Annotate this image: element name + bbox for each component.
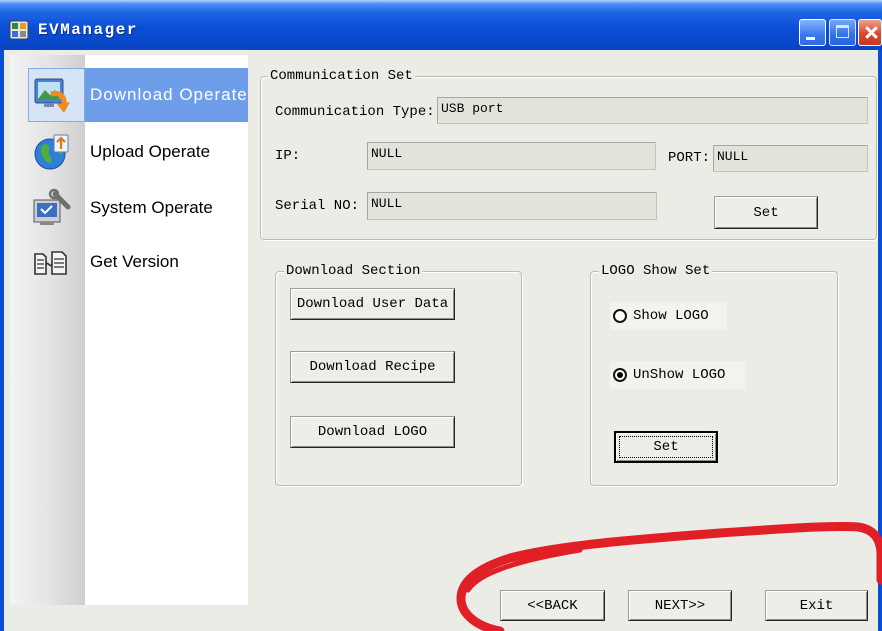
download-user-data-button[interactable]: Download User Data [290, 288, 455, 320]
system-operate-icon [28, 181, 85, 235]
download-section-title: Download Section [284, 263, 423, 279]
serial-no-field[interactable]: NULL [367, 192, 657, 220]
sidebar-item-label: System Operate [90, 198, 213, 217]
maximize-button[interactable] [829, 19, 856, 46]
title-bar[interactable]: EVManager [0, 0, 882, 50]
show-logo-radio[interactable] [613, 309, 627, 323]
minimize-icon [806, 37, 815, 40]
get-version-icon [28, 235, 85, 289]
ip-field[interactable]: NULL [367, 142, 656, 170]
unshow-logo-option[interactable]: UnShow LOGO [610, 361, 745, 389]
ip-label: IP: [275, 148, 301, 164]
sidebar-item-label: Upload Operate [90, 142, 211, 161]
evmanager-window: EVManager Download Operate Upload Operat… [0, 0, 882, 631]
download-recipe-button[interactable]: Download Recipe [290, 351, 455, 383]
sidebar: Download Operate Upload Operate System O… [10, 55, 248, 605]
next-button[interactable]: NEXT>> [628, 590, 732, 621]
sidebar-item-system-operate[interactable]: System Operate [28, 181, 248, 235]
sidebar-item-get-version[interactable]: Get Version [28, 235, 248, 289]
maximize-icon [836, 25, 849, 38]
unshow-logo-radio[interactable] [613, 368, 627, 382]
back-button[interactable]: <<BACK [500, 590, 605, 621]
unshow-logo-label: UnShow LOGO [633, 367, 726, 383]
sidebar-item-label: Get Version [90, 252, 179, 271]
communication-set-title: Communication Set [268, 68, 415, 84]
logo-show-set-title: LOGO Show Set [599, 263, 713, 279]
serial-no-label: Serial NO: [275, 198, 360, 214]
port-label: PORT: [668, 150, 711, 166]
communication-set-button[interactable]: Set [714, 196, 818, 229]
download-operate-icon [28, 68, 85, 122]
show-logo-option[interactable]: Show LOGO [610, 302, 727, 330]
port-field[interactable]: NULL [713, 145, 868, 172]
download-logo-button[interactable]: Download LOGO [290, 416, 455, 448]
window-title: EVManager [38, 21, 138, 39]
show-logo-label: Show LOGO [633, 308, 709, 324]
sidebar-item-download-operate[interactable]: Download Operate [28, 68, 248, 122]
minimize-button[interactable] [799, 19, 826, 46]
communication-type-field[interactable]: USB port [437, 97, 868, 124]
close-button[interactable] [858, 19, 882, 46]
app-icon [9, 20, 29, 40]
communication-type-label: Communication Type: [275, 104, 435, 120]
upload-operate-icon [28, 125, 85, 179]
sidebar-item-upload-operate[interactable]: Upload Operate [28, 125, 248, 179]
logo-set-button[interactable]: Set [614, 431, 718, 463]
exit-button[interactable]: Exit [765, 590, 868, 621]
sidebar-item-label: Download Operate [90, 85, 248, 104]
close-icon [863, 24, 880, 41]
